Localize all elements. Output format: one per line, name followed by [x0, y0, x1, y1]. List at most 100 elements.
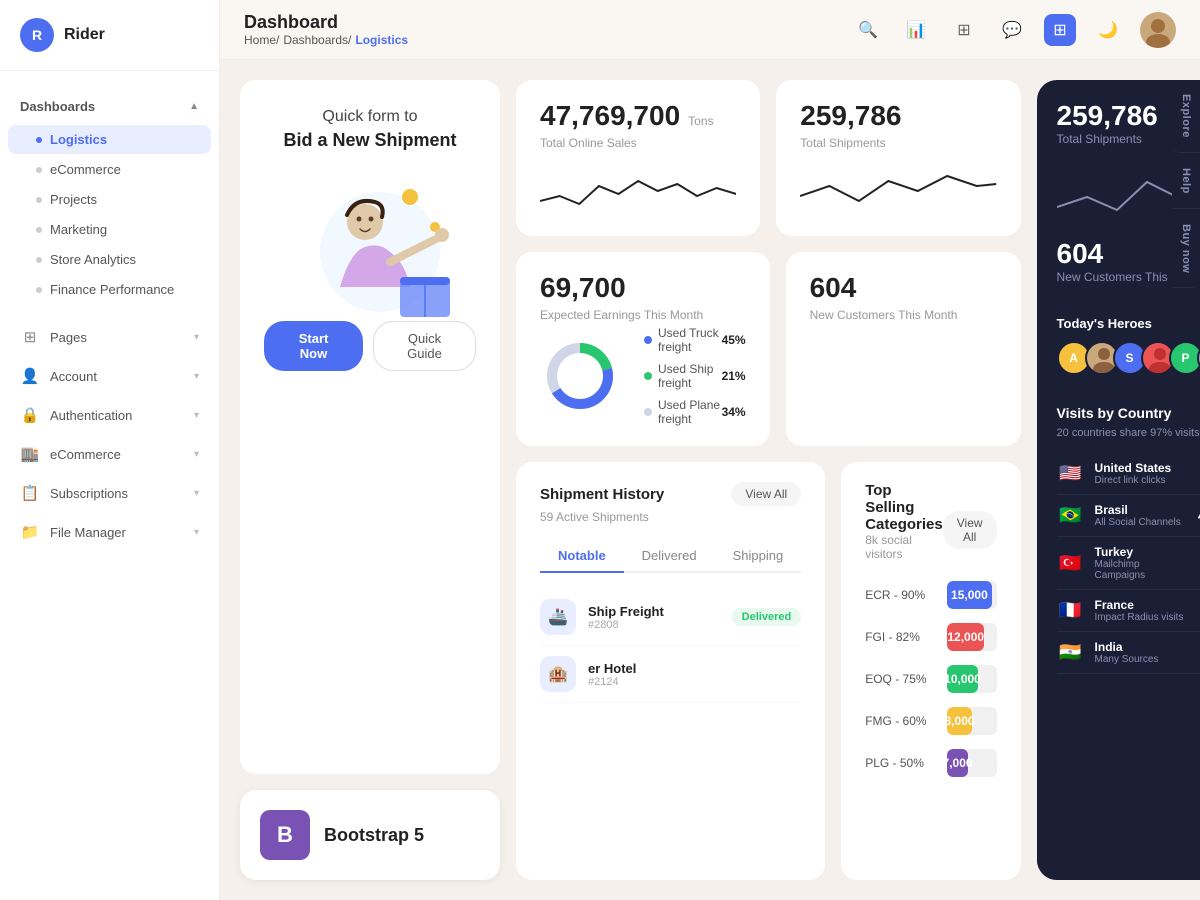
breadcrumb-current: Logistics: [355, 33, 408, 47]
cat-label: ECR - 90%: [865, 588, 935, 602]
sidebar-item-projects[interactable]: Projects: [8, 185, 211, 214]
sales-chart: [540, 166, 736, 216]
sidebar-item-ecommerce-main[interactable]: 🏬 eCommerce ▾: [0, 435, 219, 473]
cat-item: FGI - 82% 12,000: [865, 623, 996, 651]
categories-viewall-button[interactable]: View All: [943, 511, 997, 549]
sidebar-item-filemanager[interactable]: 📁 File Manager ▾: [0, 513, 219, 551]
explore-tab[interactable]: Explore: [1172, 80, 1200, 153]
shipment-info: Ship Freight #2808: [588, 604, 720, 631]
sidebar-item-ecommerce[interactable]: eCommerce: [8, 155, 211, 184]
sidebar-item-authentication[interactable]: 🔒 Authentication ▾: [0, 396, 219, 434]
sidebar-pages-label: Pages: [50, 330, 87, 345]
country-info: India Many Sources: [1095, 640, 1199, 665]
country-info: Turkey Mailchimp Campaigns: [1095, 545, 1193, 581]
cat-item: PLG - 50% 7,000: [865, 749, 996, 777]
country-list: 🇺🇸 United States Direct link clicks 9,76…: [1057, 453, 1200, 674]
cat-bar-bg: 8,000: [947, 707, 996, 735]
tab-shipping[interactable]: Shipping: [715, 540, 802, 573]
earnings-card: 69,700 Expected Earnings This Month: [516, 252, 770, 446]
chevron-down-icon: ▾: [194, 332, 199, 343]
country-item: 🇹🇷 Turkey Mailchimp Campaigns 1,680 +0.2…: [1057, 537, 1200, 590]
buynow-tab[interactable]: Buy now: [1172, 210, 1200, 288]
heroes-label: Today's Heroes: [1057, 316, 1200, 331]
left-panel: Quick form to Bid a New Shipment: [240, 80, 500, 880]
shipment-name: Ship Freight: [588, 604, 720, 619]
sidebar-item-marketing[interactable]: Marketing: [8, 215, 211, 244]
chat-icon[interactable]: 💬: [996, 14, 1028, 46]
grid-icon[interactable]: ⊞: [948, 14, 980, 46]
chevron-down-icon: ▾: [194, 488, 199, 499]
chart-icon[interactable]: 📊: [900, 14, 932, 46]
middle-panel: 47,769,700 Tons Total Online Sales 259,7…: [516, 80, 1021, 880]
heroes-section: Today's Heroes A S P +2: [1037, 304, 1200, 387]
tab-delivered[interactable]: Delivered: [624, 540, 715, 573]
sidebar-item-subscriptions[interactable]: 📋 Subscriptions ▾: [0, 474, 219, 512]
cat-label: PLG - 50%: [865, 756, 935, 770]
sidebar-item-logistics[interactable]: Logistics: [8, 125, 211, 154]
legend-ship: Used Ship freight 21%: [644, 362, 746, 390]
stats-row-bottom: 69,700 Expected Earnings This Month: [516, 252, 1021, 446]
country-sub: Direct link clicks: [1095, 475, 1193, 486]
country-flag: 🇧🇷: [1057, 506, 1085, 526]
country-info: Brasil All Social Channels: [1095, 503, 1188, 528]
subscriptions-icon: 📋: [20, 483, 40, 503]
quick-guide-button[interactable]: Quick Guide: [373, 321, 476, 371]
sales-label: Total Online Sales: [540, 136, 736, 150]
sidebar-item-label: eCommerce: [50, 162, 121, 177]
logo-name: Rider: [64, 26, 105, 44]
status-badge: Delivered: [732, 608, 802, 626]
right-shipments-num: 259,786: [1057, 100, 1158, 132]
country-flag: 🇫🇷: [1057, 601, 1085, 621]
earnings-label: Expected Earnings This Month: [540, 308, 746, 322]
ship-icon: 🚢: [540, 599, 576, 635]
country-name: United States: [1095, 461, 1193, 475]
sidebar-item-pages[interactable]: ⊞ Pages ▾: [0, 318, 219, 356]
dot-icon: [36, 137, 42, 143]
help-tab[interactable]: Help: [1172, 154, 1200, 209]
shipments-stat-card: 259,786 Total Shipments: [776, 80, 1020, 236]
cat-bar: 8,000: [947, 707, 972, 735]
chevron-up-icon: ▲: [189, 101, 199, 112]
shipment-id-2: #2124: [588, 676, 801, 688]
moon-icon[interactable]: 🌙: [1092, 14, 1124, 46]
sidebar-dashboards-label: Dashboards: [20, 99, 95, 114]
apps-icon[interactable]: ⊞: [1044, 14, 1076, 46]
sidebar-dashboards-section[interactable]: Dashboards ▲: [0, 79, 219, 124]
sales-number: 47,769,700: [540, 100, 680, 132]
country-sub: Impact Radius visits: [1095, 612, 1200, 623]
cat-bar-bg: 15,000: [947, 581, 996, 609]
sidebar-item-account[interactable]: 👤 Account ▾: [0, 357, 219, 395]
quick-form-subtitle: Bid a New Shipment: [283, 130, 456, 151]
topbar-left: Dashboard Home/ Dashboards/ Logistics: [244, 12, 840, 47]
sidebar-dashboards-header[interactable]: Dashboards ▲: [20, 93, 199, 120]
logo-icon: R: [20, 18, 54, 52]
earnings-number: 69,700: [540, 272, 746, 304]
categories-subtitle: 8k social visitors: [865, 533, 943, 561]
shipment-id: #2808: [588, 619, 720, 631]
bootstrap-logo: B: [260, 810, 310, 860]
avatar[interactable]: [1140, 12, 1176, 48]
hero-avatar-p: P: [1169, 341, 1200, 375]
sidebar-item-label: Finance Performance: [50, 282, 174, 297]
shipment-viewall-button[interactable]: View All: [731, 482, 801, 506]
quick-form-card: Quick form to Bid a New Shipment: [240, 80, 500, 774]
search-icon[interactable]: 🔍: [852, 14, 884, 46]
donut-legend: Used Truck freight 45% Used Ship freight…: [644, 326, 746, 426]
country-sub: Many Sources: [1095, 654, 1199, 665]
cat-bar: 12,000: [947, 623, 984, 651]
cat-bar-bg: 10,000: [947, 665, 996, 693]
sales-stat-card: 47,769,700 Tons Total Online Sales: [516, 80, 760, 236]
start-now-button[interactable]: Start Now: [264, 321, 363, 371]
quick-form-illustration: [290, 167, 450, 297]
country-name: India: [1095, 640, 1199, 654]
tab-notable[interactable]: Notable: [540, 540, 624, 573]
shipment-title: Shipment History: [540, 486, 664, 503]
sidebar: R Rider Dashboards ▲ Logistics eCommerce…: [0, 0, 220, 900]
sidebar-item-finance[interactable]: Finance Performance: [8, 275, 211, 304]
cat-label: FMG - 60%: [865, 714, 935, 728]
sidebar-filemanager-label: File Manager: [50, 525, 126, 540]
sidebar-item-label: Store Analytics: [50, 252, 136, 267]
cat-item: FMG - 60% 8,000: [865, 707, 996, 735]
categories-card: Top Selling Categories 8k social visitor…: [841, 462, 1020, 880]
sidebar-item-store-analytics[interactable]: Store Analytics: [8, 245, 211, 274]
